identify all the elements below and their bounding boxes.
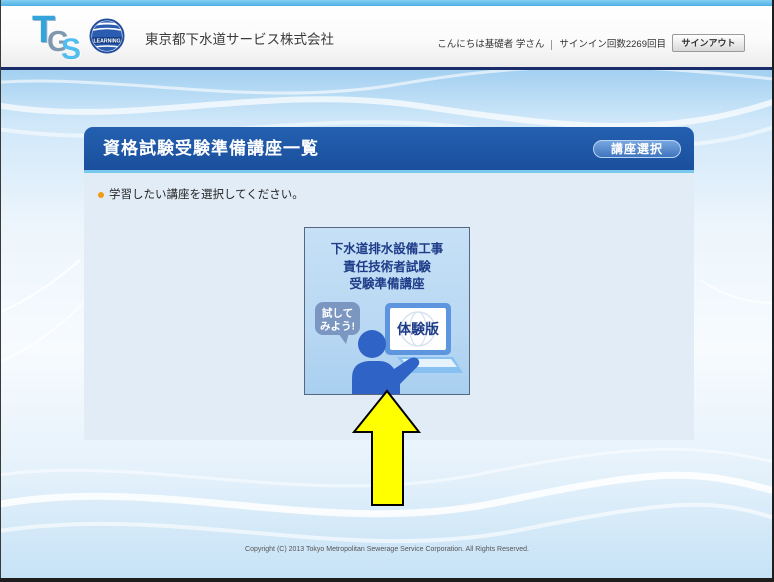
screen-label: 体験版 [397, 321, 439, 337]
course-title-line-2: 責任技術者試験 [343, 259, 431, 274]
bubble-line-1: 試して [322, 307, 353, 320]
page-title: 資格試験受験準備講座一覧 [103, 139, 319, 158]
window-frame-bottom [0, 578, 774, 582]
company-name: 東京都下水道サービス株式会社 [145, 32, 334, 47]
bullet-dot-icon [98, 192, 104, 198]
user-info: こんにちは基礎者 学さん サインイン回数2269回目 [437, 39, 666, 51]
tgs-logo: T G S LEARNING [32, 8, 132, 66]
signin-count: サインイン回数2269回目 [559, 39, 666, 50]
speech-bubble-icon: 試して みよう! [315, 302, 360, 344]
bubble-line-2: みよう! [320, 321, 355, 333]
app-window: T G S LEARNING 東京都下水道サービス株式会社 こんにちは基礎者 学… [0, 0, 774, 582]
info-separator [551, 40, 553, 50]
main-content: 資格試験受験準備講座一覧 講座選択 学習したい講座を選択してください。 試して … [0, 70, 774, 578]
signout-button[interactable]: サインアウト [672, 34, 745, 52]
monitor-icon: 体験版 [385, 303, 451, 355]
site-header: T G S LEARNING 東京都下水道サービス株式会社 こんにちは基礎者 学… [0, 6, 774, 67]
up-arrow-icon [352, 389, 422, 506]
logo-letter-s: S [61, 33, 82, 66]
greeting-text: こんにちは基礎者 学さん [437, 39, 545, 50]
learning-globe-icon: LEARNING [89, 18, 125, 54]
course-select-badge: 講座選択 [593, 140, 681, 158]
instruction: 学習したい講座を選択してください。 [98, 187, 304, 203]
course-title-line-3: 受験準備講座 [349, 277, 425, 291]
window-frame-left [0, 0, 1, 582]
globe-label: LEARNING [93, 39, 120, 45]
course-title: 下水道排水設備工事 責任技術者試験 受験準備講座 [305, 241, 469, 294]
course-title-line-1: 下水道排水設備工事 [330, 242, 444, 256]
instruction-text: 学習したい講座を選択してください。 [109, 189, 304, 201]
course-card[interactable]: 試して みよう! 体験版 下水道排水設備工事 責任技術者試験 受験準備講座 [304, 227, 470, 395]
panel-header: 資格試験受験準備講座一覧 講座選択 [84, 127, 694, 170]
copyright-footer: Copyright (C) 2013 Tokyo Metropolitan Se… [245, 546, 529, 553]
